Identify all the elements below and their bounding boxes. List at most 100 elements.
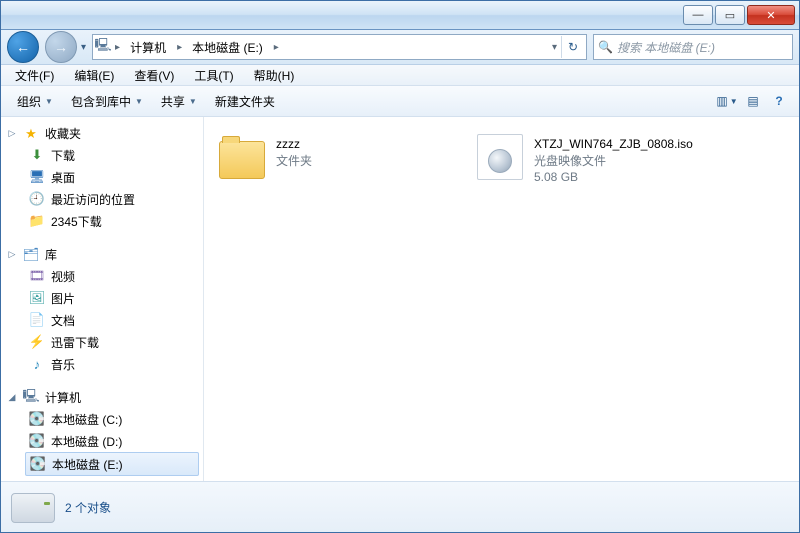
recent-icon: 🕘 [29,191,45,207]
sidebar-item-videos[interactable]: 🎞 视频 [3,265,203,287]
file-item-folder[interactable]: zzzz 文件夹 [214,129,462,185]
drive-icon: 💽 [30,456,46,472]
sidebar-item-label: 文档 [51,312,75,329]
breadcrumb-segment[interactable]: 计算机 [124,36,173,58]
sidebar-item-2345[interactable]: 📁 2345下载 [3,210,203,232]
chevron-down-icon: ▼ [45,97,53,106]
folder-icon [218,133,266,181]
sidebar-item-recent[interactable]: 🕘 最近访问的位置 [3,188,203,210]
organize-label: 组织 [17,93,41,110]
sidebar-item-downloads[interactable]: ⬇ 下载 [3,144,203,166]
computer-icon: 🖳 [23,390,39,406]
file-size: 5.08 GB [534,170,693,184]
library-icon: 🗂 [23,247,39,263]
sidebar-item-label: 本地磁盘 (D:) [51,433,122,450]
libraries-header[interactable]: ▷ 🗂 库 [3,244,203,265]
desktop-icon: 🖥 [29,169,45,185]
iso-icon [476,133,524,181]
sidebar-item-thunder[interactable]: ⚡ 迅雷下载 [3,331,203,353]
chevron-down-icon: ▼ [730,97,738,106]
include-label: 包含到库中 [71,93,131,110]
menu-file[interactable]: 文件(F) [7,66,62,85]
details-pane: 2 个对象 [1,481,799,532]
libraries-group: ▷ 🗂 库 🎞 视频 🖼 图片 📄 文档 ⚡ 迅 [3,244,203,375]
preview-pane-button[interactable]: ▤ [741,90,765,112]
chevron-right-icon[interactable]: ▸ [173,42,186,53]
sidebar-item-label: 视频 [51,268,75,285]
body: ▷ ★ 收藏夹 ⬇ 下载 🖥 桌面 🕘 最近访问的位置 📁 [1,117,799,481]
computer-group: ◢ 🖳 计算机 💽 本地磁盘 (C:) 💽 本地磁盘 (D:) 💽 本地磁盘 (… [3,387,203,476]
sidebar-item-pictures[interactable]: 🖼 图片 [3,287,203,309]
sidebar-item-label: 下载 [51,147,75,164]
favorites-header[interactable]: ▷ ★ 收藏夹 [3,123,203,144]
file-meta: zzzz 文件夹 [276,133,312,169]
sidebar-item-label: 2345下载 [51,213,102,230]
file-name: zzzz [276,137,312,151]
organize-button[interactable]: 组织 ▼ [9,90,61,113]
expand-icon: ◢ [7,392,17,403]
share-label: 共享 [161,93,185,110]
include-in-library-button[interactable]: 包含到库中 ▼ [63,90,151,113]
picture-icon: 🖼 [29,290,45,306]
sidebar-item-label: 本地磁盘 (C:) [51,411,122,428]
drive-icon: 💽 [29,433,45,449]
help-button[interactable]: ? [767,90,791,112]
forward-button[interactable]: → [45,31,77,63]
navigation-pane: ▷ ★ 收藏夹 ⬇ 下载 🖥 桌面 🕘 最近访问的位置 📁 [1,117,204,481]
download-icon: ⬇ [29,147,45,163]
sidebar-item-label: 最近访问的位置 [51,191,135,208]
details-text: 2 个对象 [65,499,111,516]
chevron-down-icon: ▼ [135,97,143,106]
file-type: 光盘映像文件 [534,152,693,169]
file-name: XTZJ_WIN764_ZJB_0808.iso [534,137,693,151]
menu-edit[interactable]: 编辑(E) [66,66,122,85]
libraries-label: 库 [45,246,57,263]
sidebar-item-drive-c[interactable]: 💽 本地磁盘 (C:) [3,408,203,430]
share-button[interactable]: 共享 ▼ [153,90,205,113]
refresh-button[interactable]: ↻ [561,36,584,58]
maximize-button[interactable]: ▭ [715,5,745,25]
music-icon: ♪ [29,356,45,372]
close-button[interactable]: ✕ [747,5,795,25]
command-bar: 组织 ▼ 包含到库中 ▼ 共享 ▼ 新建文件夹 ▥ ▼ ▤ ? [1,86,799,117]
chevron-right-icon[interactable]: ▸ [111,42,124,53]
computer-header[interactable]: ◢ 🖳 计算机 [3,387,203,408]
folder-icon: 📁 [29,213,45,229]
history-dropdown-icon[interactable]: ▾ [81,42,86,53]
chevron-down-icon[interactable]: ▾ [548,42,561,53]
sidebar-item-music[interactable]: ♪ 音乐 [3,353,203,375]
sidebar-item-drive-e[interactable]: 💽 本地磁盘 (E:) [25,452,199,476]
file-list[interactable]: zzzz 文件夹 XTZJ_WIN764_ZJB_0808.iso 光盘映像文件… [204,117,799,481]
back-button[interactable]: ← [7,31,39,63]
explorer-window: — ▭ ✕ ← → ▾ 🖳 ▸ 计算机 ▸ 本地磁盘 (E:) ▸ ▾ ↻ 🔍 … [0,0,800,533]
expand-icon: ▷ [7,128,17,139]
video-icon: 🎞 [29,268,45,284]
chevron-right-icon[interactable]: ▸ [270,42,283,53]
computer-icon: 🖳 [95,39,111,55]
address-bar[interactable]: 🖳 ▸ 计算机 ▸ 本地磁盘 (E:) ▸ ▾ ↻ [92,34,587,60]
search-input[interactable]: 🔍 搜索 本地磁盘 (E:) [593,34,793,60]
sidebar-item-documents[interactable]: 📄 文档 [3,309,203,331]
sidebar-item-label: 桌面 [51,169,75,186]
menu-help[interactable]: 帮助(H) [246,66,303,85]
menu-tools[interactable]: 工具(T) [186,66,241,85]
sidebar-item-label: 音乐 [51,356,75,373]
breadcrumb-segment[interactable]: 本地磁盘 (E:) [186,36,270,58]
search-placeholder: 搜索 本地磁盘 (E:) [617,39,715,56]
file-item-iso[interactable]: XTZJ_WIN764_ZJB_0808.iso 光盘映像文件 5.08 GB [472,129,720,188]
new-folder-button[interactable]: 新建文件夹 [207,90,283,113]
file-meta: XTZJ_WIN764_ZJB_0808.iso 光盘映像文件 5.08 GB [534,133,693,184]
document-icon: 📄 [29,312,45,328]
search-icon: 🔍 [598,40,613,54]
menu-view[interactable]: 查看(V) [126,66,182,85]
view-options-button[interactable]: ▥ ▼ [715,90,739,112]
sidebar-item-desktop[interactable]: 🖥 桌面 [3,166,203,188]
titlebar: — ▭ ✕ [1,1,799,30]
minimize-button[interactable]: — [683,5,713,25]
sidebar-item-drive-d[interactable]: 💽 本地磁盘 (D:) [3,430,203,452]
drive-icon: 💽 [29,411,45,427]
drive-icon [11,490,53,524]
expand-icon: ▷ [7,249,17,260]
favorites-group: ▷ ★ 收藏夹 ⬇ 下载 🖥 桌面 🕘 最近访问的位置 📁 [3,123,203,232]
favorites-label: 收藏夹 [45,125,81,142]
